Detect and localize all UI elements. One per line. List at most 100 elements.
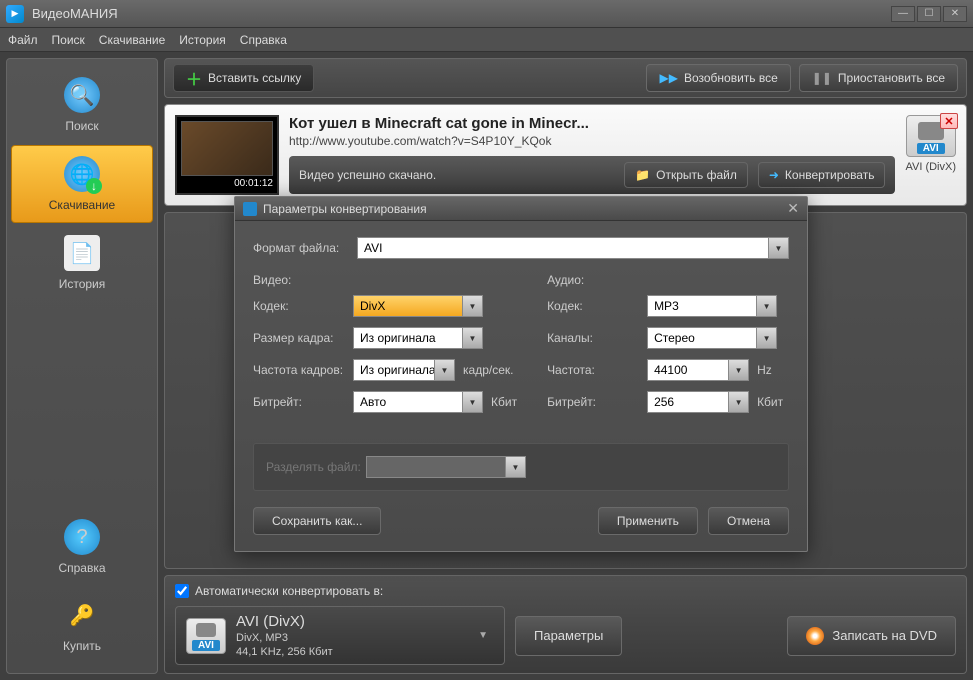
open-file-label: Открыть файл <box>656 168 737 182</box>
video-thumbnail[interactable]: 00:01:12 <box>175 115 279 195</box>
audio-codec-select[interactable]: MP3 ▼ <box>647 295 777 317</box>
sidebar-item-download[interactable]: 🌐 Скачивание <box>11 145 153 223</box>
sidebar-item-buy[interactable]: 🔑 Купить <box>11 587 153 663</box>
chevron-down-icon: ▼ <box>472 630 494 641</box>
help-icon: ? <box>64 519 100 555</box>
menu-history[interactable]: История <box>179 33 226 47</box>
maximize-button[interactable]: ☐ <box>917 6 941 22</box>
cancel-button[interactable]: Отмена <box>708 507 789 535</box>
menu-help[interactable]: Справка <box>240 33 287 47</box>
key-icon: 🔑 <box>64 597 100 633</box>
split-select: ▼ <box>366 456 526 478</box>
channels-label: Каналы: <box>547 331 647 345</box>
folder-icon: 📁 <box>635 168 650 182</box>
vbitrate-label: Битрейт: <box>253 395 353 409</box>
audio-fieldset: Аудио: Кодек: MP3 ▼ Каналы: Стерео <box>547 273 789 423</box>
save-as-label: Сохранить как... <box>272 514 362 528</box>
pause-all-label: Приостановить все <box>838 71 945 85</box>
convert-icon: ➜ <box>769 168 779 182</box>
file-format-label: Формат файла: <box>253 241 357 255</box>
download-status: Видео успешно скачано. <box>299 168 614 182</box>
menu-search[interactable]: Поиск <box>52 33 85 47</box>
close-button[interactable]: ✕ <box>943 6 967 22</box>
menubar: Файл Поиск Скачивание История Справка <box>0 28 973 52</box>
freq-label: Частота: <box>547 363 647 377</box>
pause-icon: ❚❚ <box>812 71 832 85</box>
video-codec-select[interactable]: DivX ▼ <box>353 295 483 317</box>
save-as-button[interactable]: Сохранить как... <box>253 507 381 535</box>
format-selector-line2: 44,1 KHz, 256 Кбит <box>236 646 333 658</box>
fps-label: Частота кадров: <box>253 363 353 377</box>
convert-label: Конвертировать <box>785 168 875 182</box>
menu-file[interactable]: Файл <box>8 33 38 47</box>
resume-all-button[interactable]: ▶▶ Возобновить все <box>646 64 790 92</box>
download-icon: 🌐 <box>64 156 100 192</box>
convert-params-dialog: Параметры конвертирования ✕ Формат файла… <box>234 196 808 552</box>
split-file-row: Разделять файл: ▼ <box>253 443 789 491</box>
abitrate-unit: Кбит <box>757 395 783 409</box>
format-caption: AVI (DivX) <box>905 161 956 173</box>
burn-dvd-label: Записать на DVD <box>832 628 937 643</box>
vbitrate-unit: Кбит <box>491 395 517 409</box>
frame-size-select[interactable]: Из оригинала ▼ <box>353 327 483 349</box>
sidebar-label-download: Скачивание <box>49 198 115 212</box>
paste-link-button[interactable]: ＋ Вставить ссылку <box>173 64 314 92</box>
chevron-down-icon: ▼ <box>462 328 482 348</box>
sidebar-item-help[interactable]: ? Справка <box>11 509 153 585</box>
cancel-label: Отмена <box>727 514 770 528</box>
video-url: http://www.youtube.com/watch?v=S4P10Y_KQ… <box>289 134 895 148</box>
bottom-bar: Автоматически конвертировать в: AVI AVI … <box>164 575 967 674</box>
abitrate-value: 256 <box>654 395 674 409</box>
format-selector[interactable]: AVI AVI (DivX) DivX, MP3 44,1 KHz, 256 К… <box>175 606 505 665</box>
video-duration: 00:01:12 <box>181 176 273 189</box>
chevron-down-icon: ▼ <box>728 392 748 412</box>
disc-icon <box>806 627 824 645</box>
sidebar-label-search: Поиск <box>65 119 98 133</box>
resume-all-label: Возобновить все <box>684 71 778 85</box>
audio-codec-value: MP3 <box>654 299 679 313</box>
video-heading: Видео: <box>253 273 517 287</box>
freq-value: 44100 <box>654 363 687 377</box>
apply-button[interactable]: Применить <box>598 507 698 535</box>
dialog-close-button[interactable]: ✕ <box>787 200 799 217</box>
channels-select[interactable]: Стерео ▼ <box>647 327 777 349</box>
video-fieldset: Видео: Кодек: DivX ▼ Размер кадра: Из ор <box>253 273 517 423</box>
sidebar-label-help: Справка <box>58 561 105 575</box>
params-button[interactable]: Параметры <box>515 616 622 656</box>
minimize-button[interactable]: — <box>891 6 915 22</box>
apply-label: Применить <box>617 514 679 528</box>
freq-select[interactable]: 44100 ▼ <box>647 359 749 381</box>
format-short: AVI <box>917 143 945 154</box>
burn-dvd-button[interactable]: Записать на DVD <box>787 616 956 656</box>
video-codec-label: Кодек: <box>253 299 353 313</box>
menu-download[interactable]: Скачивание <box>99 33 165 47</box>
frame-size-label: Размер кадра: <box>253 331 353 345</box>
video-codec-value: DivX <box>360 299 385 313</box>
dialog-title: Параметры конвертирования <box>263 202 427 216</box>
paste-link-label: Вставить ссылку <box>208 71 301 85</box>
format-selector-line1: DivX, MP3 <box>236 632 333 644</box>
chevron-down-icon: ▼ <box>505 457 525 477</box>
file-format-select[interactable]: AVI ▼ <box>357 237 789 259</box>
sidebar-item-history[interactable]: 📄 История <box>11 225 153 301</box>
chevron-down-icon: ▼ <box>462 296 482 316</box>
format-selector-icon: AVI <box>186 618 226 654</box>
convert-button[interactable]: ➜ Конвертировать <box>758 162 886 188</box>
vbitrate-select[interactable]: Авто ▼ <box>353 391 483 413</box>
chevron-down-icon: ▼ <box>768 238 788 258</box>
params-label: Параметры <box>534 628 603 643</box>
thumbnail-image <box>181 121 273 176</box>
toolbar: ＋ Вставить ссылку ▶▶ Возобновить все ❚❚ … <box>164 58 967 98</box>
open-file-button[interactable]: 📁 Открыть файл <box>624 162 748 188</box>
format-selector-short: AVI <box>192 640 220 651</box>
pause-all-button[interactable]: ❚❚ Приостановить все <box>799 64 958 92</box>
auto-convert-checkbox[interactable] <box>175 584 189 598</box>
sidebar: 🔍 Поиск 🌐 Скачивание 📄 История ? Справка… <box>6 58 158 674</box>
abitrate-label: Битрейт: <box>547 395 647 409</box>
sidebar-item-search[interactable]: 🔍 Поиск <box>11 67 153 143</box>
video-title: Кот ушел в Minecraft cat gone in Minecr.… <box>289 115 895 132</box>
fps-select[interactable]: Из оригинала ▼ <box>353 359 455 381</box>
resume-icon: ▶▶ <box>659 71 677 85</box>
remove-item-button[interactable]: ✕ <box>940 113 958 129</box>
abitrate-select[interactable]: 256 ▼ <box>647 391 749 413</box>
